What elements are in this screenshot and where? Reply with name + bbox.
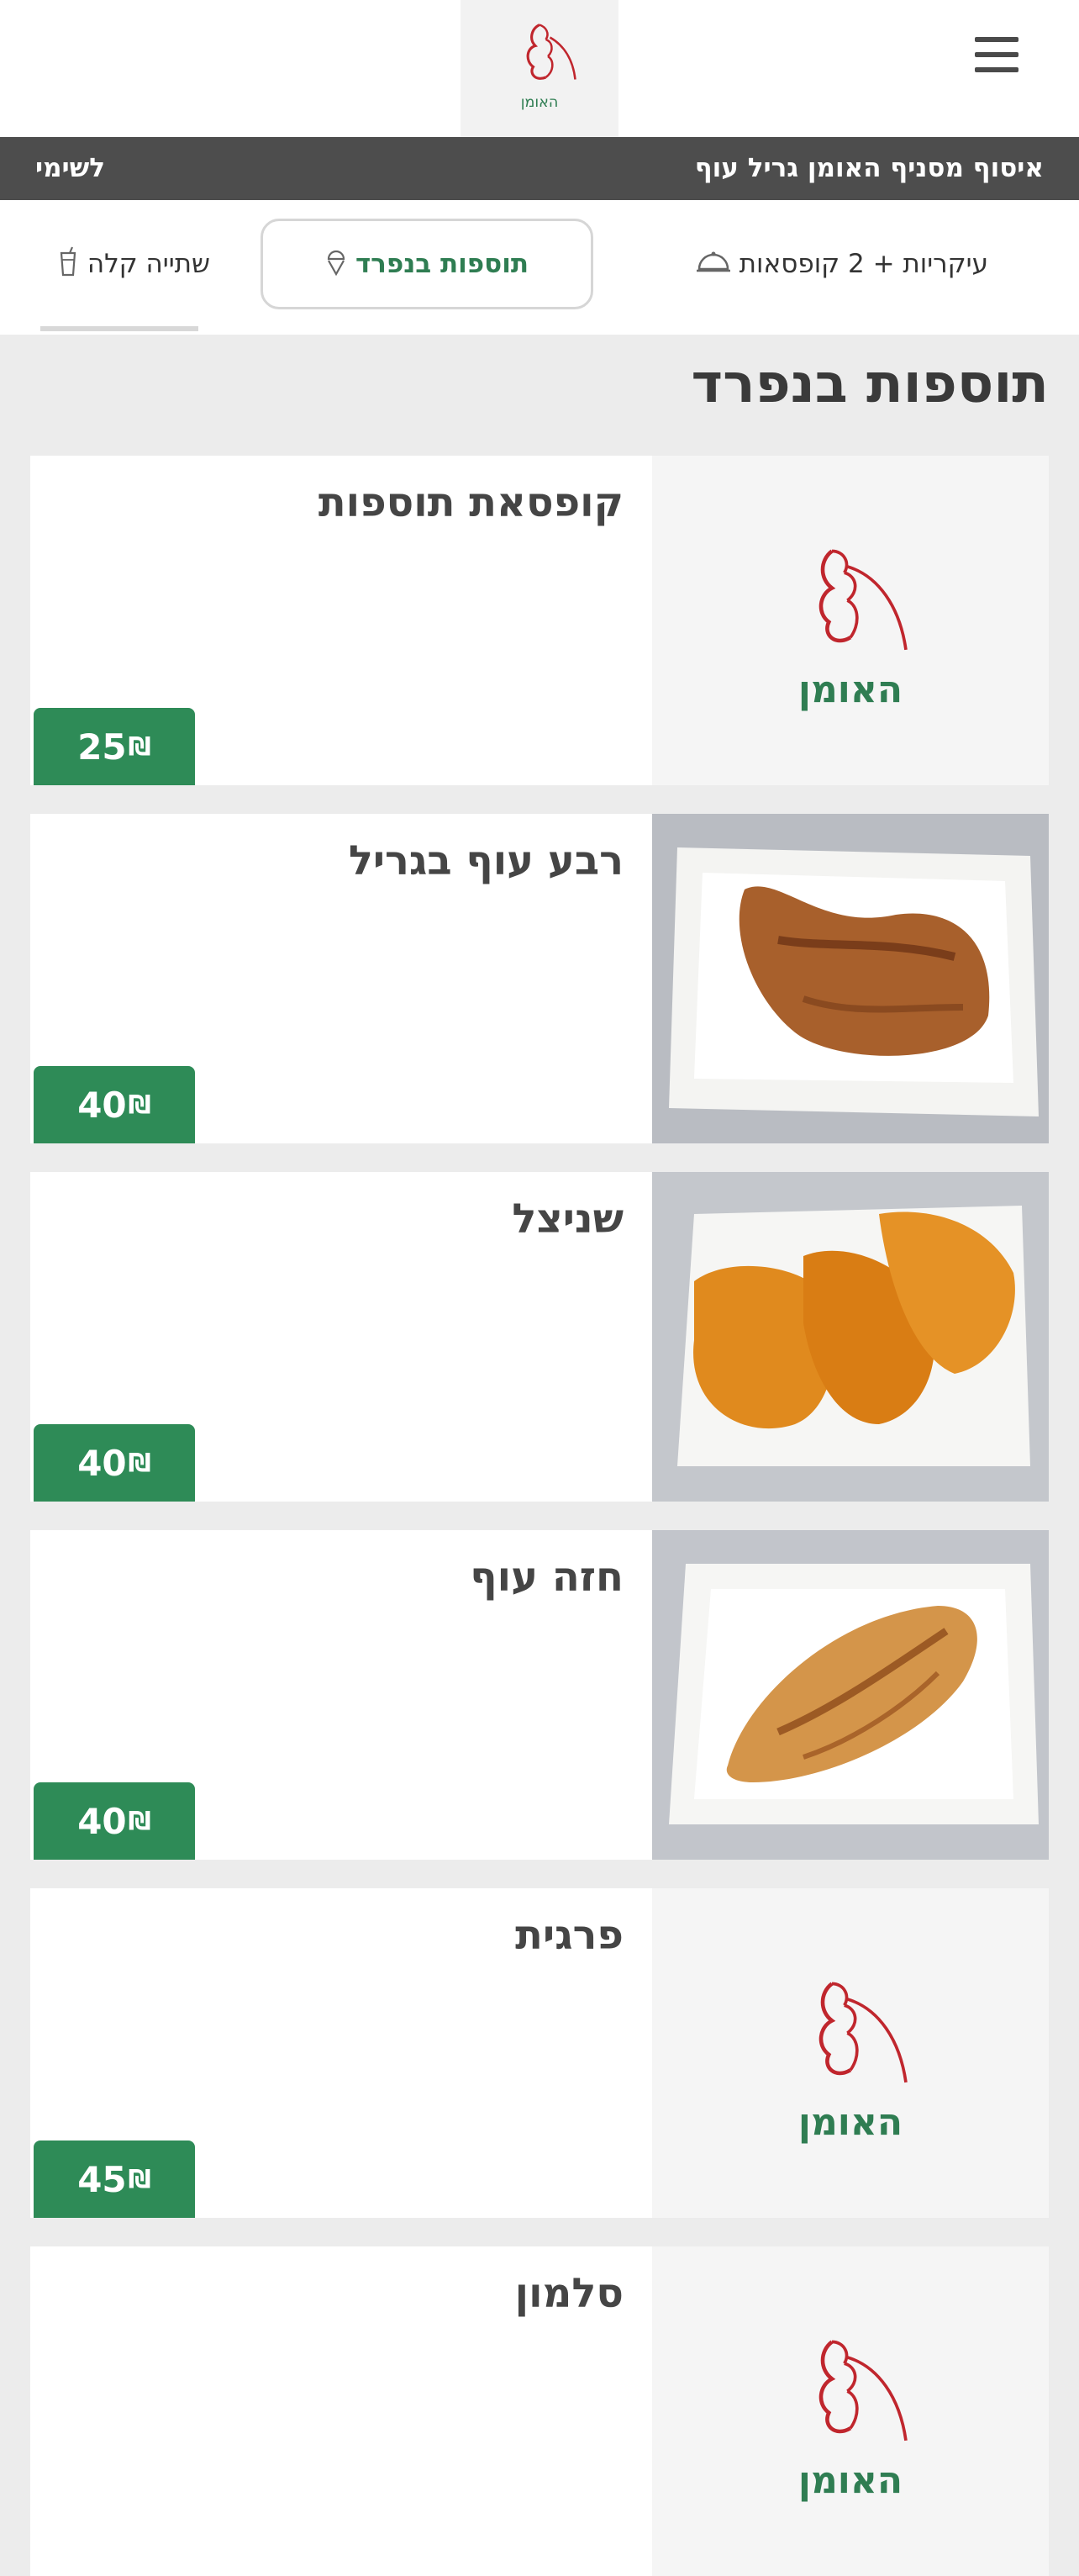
rooster-logo-icon: האומן [798,549,908,711]
price-value: 40 [77,1800,127,1842]
tab-label: תוספות בנפרד [355,249,529,279]
chicken-breast-photo [652,1530,1049,1860]
product-card[interactable]: האומן קופסאת תוספות 25 ₪ [30,456,1049,785]
svg-text:האומן: האומן [798,668,903,711]
top-header: האומן [0,0,1079,137]
category-tabs: עיקריות + 2 קופסאות תוספות בנפרד שתייה ק… [0,200,1079,335]
price-value: 40 [77,1084,127,1126]
product-card[interactable]: שניצל 40 ₪ [30,1172,1049,1502]
product-image [652,814,1049,1143]
currency-symbol: ₪ [128,1448,151,1478]
product-image [652,1172,1049,1502]
product-image [652,1530,1049,1860]
currency-symbol: ₪ [128,1806,151,1836]
svg-text:האומן: האומן [798,2101,903,2144]
product-name: סלמון [514,2270,624,2317]
tab-label: עיקריות + 2 קופסאות [739,249,988,279]
product-image: האומן [652,2246,1049,2576]
price-value: 45 [77,2158,127,2200]
price-badge: 40 ₪ [34,1424,195,1502]
product-name: חזה עוף [470,1554,624,1601]
product-image: האומן [652,456,1049,785]
svg-text:האומן: האומן [798,2459,903,2502]
product-name: פרגית [515,1912,624,1959]
dish-cover-icon [696,249,731,280]
price-badge: 45 ₪ [34,2141,195,2218]
tab-label: שתייה קלה [87,249,210,279]
chicken-quarter-photo [652,814,1049,1143]
currency-symbol: ₪ [128,2164,151,2194]
product-name: רבע עוף בגריל [348,837,624,884]
currency-symbol: ₪ [128,1090,151,1120]
ice-cream-icon [325,247,347,282]
price-badge: 40 ₪ [34,1782,195,1860]
rooster-logo-icon: האומן [798,2340,908,2502]
hamburger-menu-icon[interactable] [975,37,1018,72]
product-card[interactable]: האומן סלמון [30,2246,1049,2576]
svg-text:האומן: האומן [521,94,559,111]
product-name: קופסאת תוספות [318,479,624,526]
price-badge: 25 ₪ [34,708,195,785]
product-card[interactable]: חזה עוף 40 ₪ [30,1530,1049,1860]
tab-sides[interactable]: תוספות בנפרד [261,219,593,309]
tabs-scroll-indicator [40,326,198,331]
pickup-branch-text[interactable]: איסוף מסניף האומן גריל עוף [695,137,1044,200]
brand-logo[interactable]: האומן [461,0,618,137]
product-card[interactable]: רבע עוף בגריל 40 ₪ [30,814,1049,1143]
tab-main-dishes[interactable]: עיקריות + 2 קופסאות [696,219,988,309]
tab-soft-drinks[interactable]: שתייה קלה [57,219,210,309]
pickup-status-bar: איסוף מסניף האומן גריל עוף לשימי [0,137,1079,200]
product-name: שניצל [512,1196,624,1243]
menu-line [975,52,1018,57]
cart-link[interactable]: לשימי [35,137,105,200]
product-card[interactable]: האומן פרגית 45 ₪ [30,1888,1049,2218]
rooster-logo-icon: האומן [521,23,576,111]
price-value: 25 [77,726,127,768]
price-badge: 40 ₪ [34,1066,195,1143]
schnitzel-photo [652,1172,1049,1502]
product-image: האומן [652,1888,1049,2218]
menu-line [975,37,1018,42]
rooster-logo-icon: האומן [798,1982,908,2144]
cup-icon [57,246,79,282]
price-value: 40 [77,1442,127,1484]
currency-symbol: ₪ [128,731,151,762]
section-title: תוספות בנפרד [691,353,1049,415]
menu-line [975,67,1018,72]
